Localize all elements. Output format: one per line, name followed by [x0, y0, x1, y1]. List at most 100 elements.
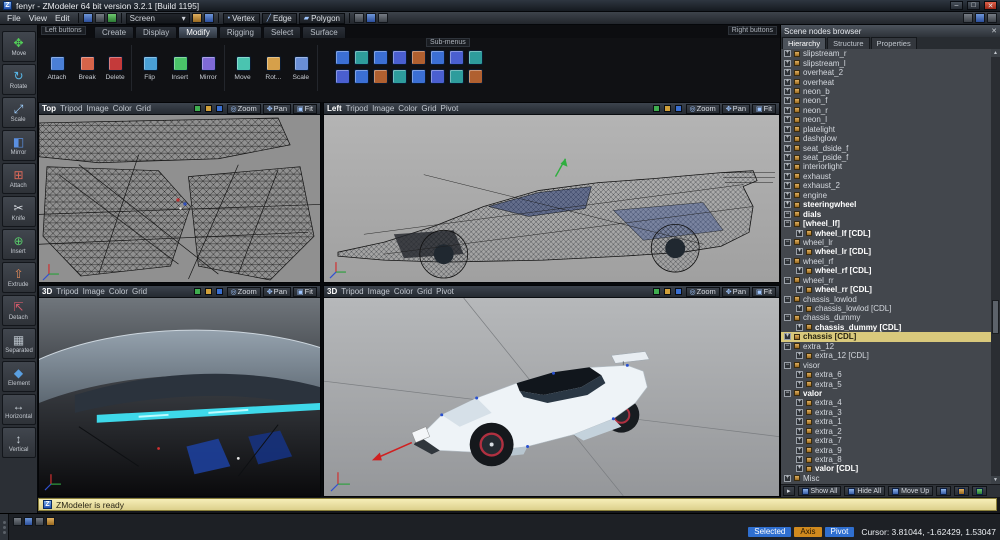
tree-node[interactable]: + seat_dside_f [781, 143, 991, 152]
expander-icon[interactable]: + [784, 163, 791, 170]
tool-button[interactable]: ↔ Horizontal [2, 394, 36, 425]
side-grip[interactable] [0, 514, 9, 540]
ribbon-button[interactable]: Break [72, 45, 102, 91]
viewport-left[interactable]: Left TripodImageColorGridPivot ◎Zoom✥Pan… [323, 102, 780, 283]
submenu-cube-icon[interactable] [373, 69, 388, 84]
tool-button[interactable]: ↻ Rotate [2, 64, 36, 95]
tree-node[interactable]: + wheel_rr [CDL] [781, 285, 991, 294]
status-toolbar-icon[interactable] [46, 517, 55, 526]
toolbar-icon[interactable] [963, 13, 973, 23]
viewport-menu-item[interactable]: Pivot [436, 287, 454, 296]
maximize-button[interactable]: □ [967, 1, 980, 10]
tree-node[interactable]: + wheel_rf [CDL] [781, 266, 991, 275]
shading-icon[interactable] [653, 288, 660, 295]
expander-icon[interactable]: + [784, 97, 791, 104]
expander-icon[interactable]: + [796, 399, 803, 406]
viewport-menu-item[interactable]: Grid [132, 287, 147, 296]
expander-icon[interactable]: + [796, 324, 803, 331]
tree-node[interactable]: + neon_b [781, 87, 991, 96]
tree-node[interactable]: + steeringwheel [781, 200, 991, 209]
tree-node[interactable]: + Misc [781, 474, 991, 483]
tree-node[interactable]: + extra_12 [CDL] [781, 351, 991, 360]
toolbar-icon[interactable] [354, 13, 364, 23]
expander-icon[interactable]: + [796, 305, 803, 312]
viewport-menu-item[interactable]: Image [368, 287, 390, 296]
ribbon-tab[interactable]: Modify [178, 26, 218, 38]
viewport-menu-item[interactable]: Color [113, 104, 132, 113]
toolbar-icon[interactable] [107, 13, 117, 23]
panel-tab[interactable]: Structure [827, 37, 869, 49]
expander-icon[interactable]: + [784, 60, 791, 67]
panel-tab[interactable]: Properties [871, 37, 917, 49]
footer-menu-button[interactable]: ▸ [783, 486, 795, 496]
tree-node[interactable]: − [wheel_lf] [781, 219, 991, 228]
menu-item[interactable]: Edit [51, 13, 74, 23]
expander-icon[interactable]: + [796, 371, 803, 378]
shading-icon[interactable] [194, 105, 201, 112]
status-badge[interactable]: Pivot [825, 527, 855, 537]
submenu-cube-icon[interactable] [430, 50, 445, 65]
ribbon-button[interactable]: Move [228, 45, 258, 91]
tree-node[interactable]: + extra_2 [781, 427, 991, 436]
submenu-cube-icon[interactable] [411, 69, 426, 84]
viewport-action-button[interactable]: ✥Pan [263, 287, 291, 297]
viewport-menu-item[interactable]: Tripod [341, 287, 363, 296]
viewport-action-button[interactable]: ✥Pan [722, 287, 750, 297]
expander-icon[interactable]: + [784, 475, 791, 482]
toolbar-icon[interactable] [987, 13, 997, 23]
tree-node[interactable]: + overheat [781, 77, 991, 86]
ribbon-tab[interactable]: Surface [302, 26, 346, 38]
status-toolbar-icon[interactable] [35, 517, 44, 526]
tree-node[interactable]: + wheel_lr [CDL] [781, 247, 991, 256]
viewport-action-button[interactable]: ▣Fit [752, 287, 776, 297]
tree-node[interactable]: + extra_1 [781, 417, 991, 426]
ribbon-button[interactable]: Insert [165, 45, 195, 91]
expander-icon[interactable]: − [784, 239, 791, 246]
expander-icon[interactable]: + [796, 437, 803, 444]
tree-node[interactable]: − visor [781, 360, 991, 369]
expander-icon[interactable]: + [784, 126, 791, 133]
submenu-cube-icon[interactable] [411, 50, 426, 65]
viewport-menu-item[interactable]: Grid [136, 104, 151, 113]
tree-node[interactable]: + chassis_lowlod [CDL] [781, 304, 991, 313]
submenu-cube-icon[interactable] [449, 50, 464, 65]
viewport-action-button[interactable]: ✥Pan [722, 104, 750, 114]
tree-node[interactable]: + chassis_dummy [CDL] [781, 323, 991, 332]
expander-icon[interactable]: + [796, 428, 803, 435]
expander-icon[interactable]: + [796, 418, 803, 425]
tree-scrollbar[interactable]: ▲ ▼ [991, 49, 1000, 484]
ribbon-button[interactable]: Mirror [195, 45, 225, 91]
tree-node[interactable]: + extra_3 [781, 408, 991, 417]
submenu-cube-icon[interactable] [392, 50, 407, 65]
wireframe-icon[interactable] [664, 288, 671, 295]
viewport-menu-item[interactable]: Color [398, 104, 417, 113]
expander-icon[interactable]: − [784, 296, 791, 303]
expander-icon[interactable]: + [784, 69, 791, 76]
expander-icon[interactable]: − [784, 343, 791, 350]
tree-node[interactable]: + extra_7 [781, 436, 991, 445]
mode-toggle[interactable]: • Vertex [223, 13, 260, 24]
expander-icon[interactable]: − [784, 220, 791, 227]
expander-icon[interactable]: + [784, 50, 791, 57]
tree-node[interactable]: + overheat_2 [781, 68, 991, 77]
expander-icon[interactable]: − [784, 390, 791, 397]
viewport-top[interactable]: Top TripodImageColorGrid ◎Zoom✥Pan▣Fit [38, 102, 321, 283]
expander-icon[interactable]: − [784, 362, 791, 369]
scroll-up-icon[interactable]: ▲ [991, 49, 1000, 57]
tree-node[interactable]: + engine [781, 191, 991, 200]
tree-node[interactable]: + seat_pside_f [781, 153, 991, 162]
tree-node[interactable]: + slipstream_r [781, 49, 991, 58]
footer-button[interactable]: Move Up [888, 486, 933, 496]
expander-icon[interactable]: + [796, 447, 803, 454]
tree-node[interactable]: − dials [781, 209, 991, 218]
tool-button[interactable]: ◧ Mirror [2, 130, 36, 161]
tool-button[interactable]: ✥ Move [2, 31, 36, 62]
viewport-menu-item[interactable]: Image [83, 287, 105, 296]
tree-node[interactable]: + extra_8 [781, 455, 991, 464]
expander-icon[interactable]: + [784, 145, 791, 152]
viewport-menu-item[interactable]: Grid [421, 104, 436, 113]
scroll-down-icon[interactable]: ▼ [991, 476, 1000, 484]
tree-node[interactable]: + exhaust [781, 172, 991, 181]
close-button[interactable]: ✕ [984, 1, 997, 10]
tree-node[interactable]: − wheel_lr [781, 238, 991, 247]
